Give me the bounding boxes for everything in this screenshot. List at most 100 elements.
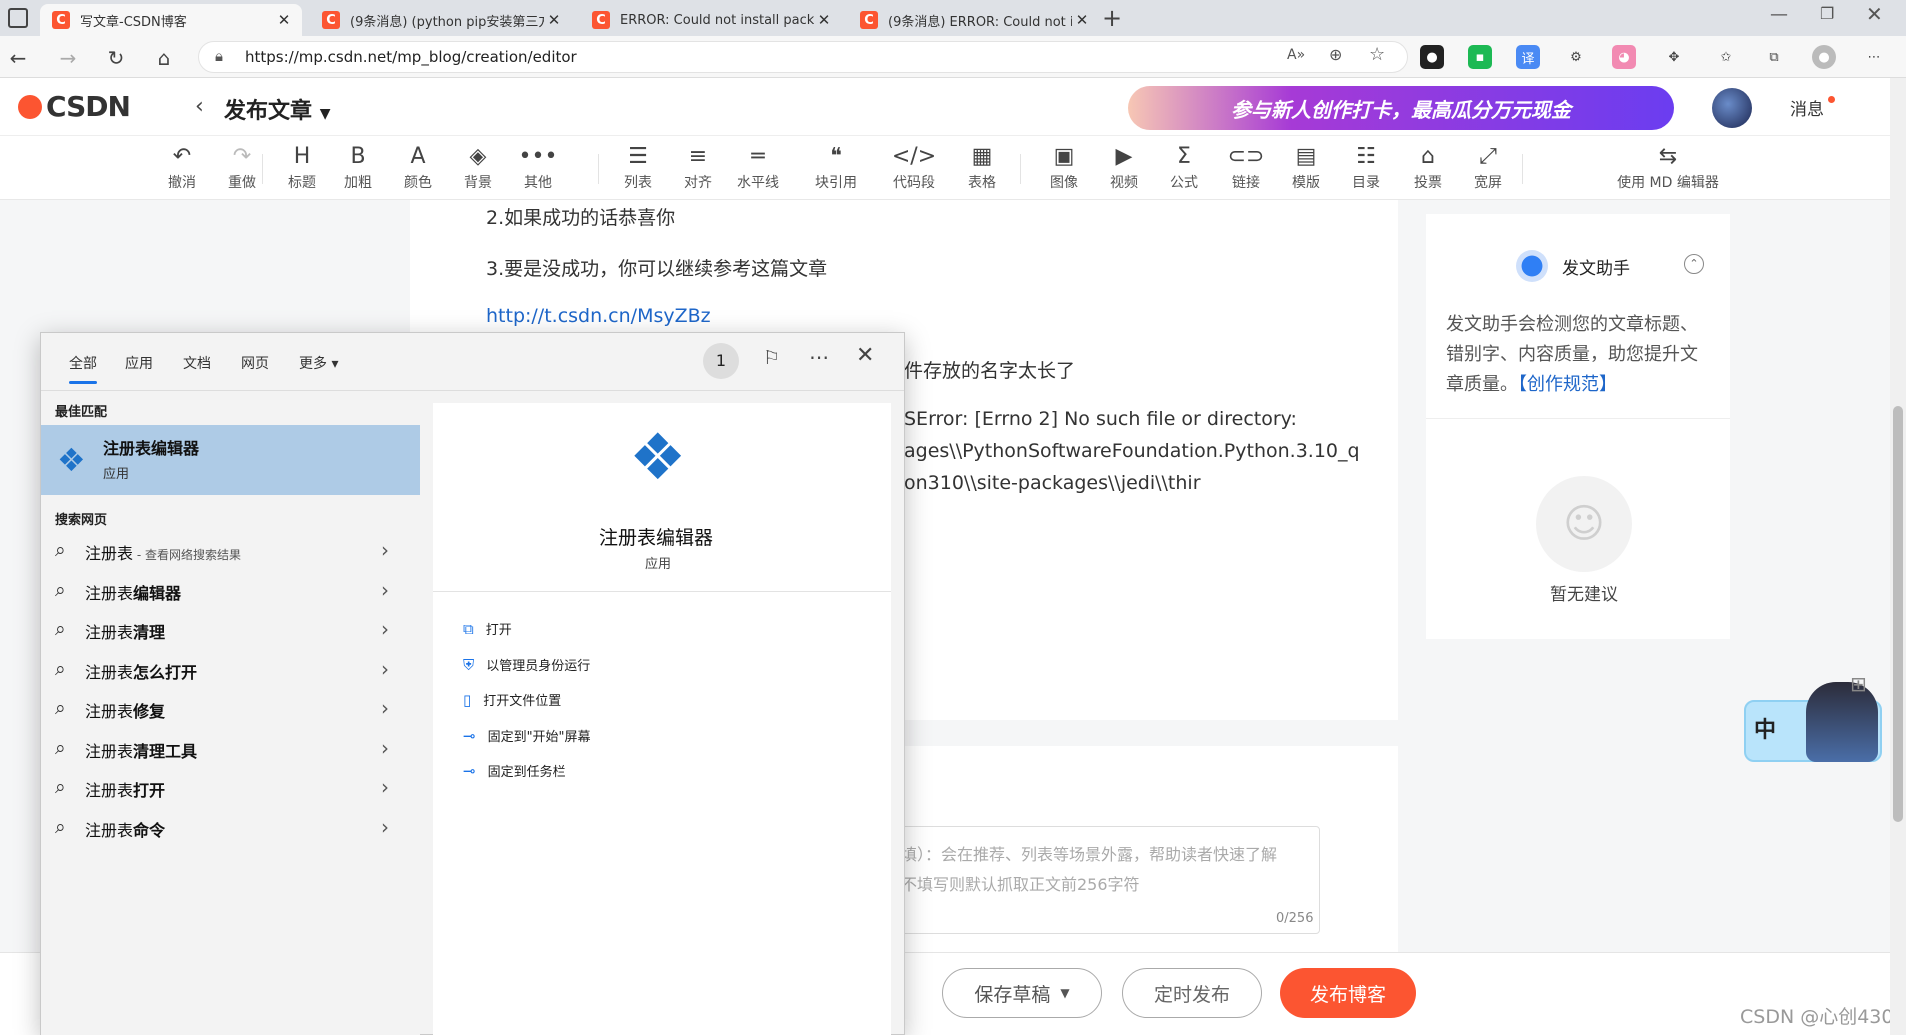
extension-icon[interactable]: ▪ <box>1468 45 1492 69</box>
toolbar-button-formula[interactable]: Σ 公式 <box>1156 142 1212 192</box>
close-search-icon[interactable]: ✕ <box>856 343 874 368</box>
favorite-star-icon[interactable]: ☆ <box>1369 44 1385 65</box>
more-options-icon[interactable]: ⋯ <box>809 345 829 369</box>
zoom-icon[interactable]: ⊕ <box>1329 45 1342 64</box>
ime-widget[interactable]: 中 <box>1744 682 1882 762</box>
toolbar-label: 撤消 <box>168 175 196 191</box>
web-search-result[interactable]: ⌕ 注册表修复 › <box>41 691 420 729</box>
promo-banner[interactable]: 参与新人创作打卡，最高瓜分万元现金 <box>1128 86 1674 130</box>
extension-icon[interactable]: ● <box>1420 45 1444 69</box>
action-admin-shield[interactable]: ⛨ 以管理员身份运行 <box>463 655 590 674</box>
toolbar-button-more[interactable]: ••• 其他 <box>510 142 566 192</box>
schedule-publish-button[interactable]: 定时发布 <box>1122 968 1262 1018</box>
new-tab-button[interactable]: + <box>1102 4 1122 32</box>
toolbar-label: 背景 <box>464 175 492 191</box>
toolbar-button-link[interactable]: ⊂⊃ 链接 <box>1218 142 1274 192</box>
translate-extension-icon[interactable]: 译 <box>1516 45 1540 69</box>
search-tab[interactable]: 网页 <box>241 353 269 373</box>
avatar[interactable] <box>1712 88 1752 128</box>
web-search-result[interactable]: ⌕ 注册表命令 › <box>41 810 420 848</box>
search-icon: ⌕ <box>55 776 66 798</box>
web-search-result[interactable]: ⌕ 注册表 - 查看网络搜索结果 › <box>41 533 420 571</box>
publish-button[interactable]: 发布博客 <box>1280 968 1416 1018</box>
toolbar-button-template[interactable]: ▤ 模版 <box>1278 142 1334 192</box>
toolbar-button-table[interactable]: ▦ 表格 <box>954 142 1010 192</box>
maximize-button[interactable]: ❐ <box>1820 4 1834 23</box>
puzzle-icon[interactable]: ✥ <box>1662 45 1686 69</box>
read-aloud-icon[interactable]: A» <box>1287 47 1305 63</box>
web-search-result[interactable]: ⌕ 注册表清理工具 › <box>41 731 420 769</box>
best-match-item[interactable]: ❖ 注册表编辑器 应用 <box>41 425 420 495</box>
csdn-logo[interactable]: CSDN <box>18 90 131 123</box>
toolbar-button-video[interactable]: ▶ 视频 <box>1096 142 1152 192</box>
toolbar-button-horizontal-line[interactable]: ═ 水平线 <box>730 142 786 192</box>
lock-icon: 🔒︎ <box>215 47 223 65</box>
action-pin-start[interactable]: ⊸ 固定到"开始"屏幕 <box>463 726 591 745</box>
rules-link[interactable]: 【创作规范】 <box>1518 374 1617 395</box>
extension-icon[interactable]: ⚙ <box>1564 45 1588 69</box>
back-button[interactable]: ← <box>4 44 32 72</box>
browser-tab[interactable]: C (9条消息) ERROR: Could not inst✕ <box>848 4 1100 36</box>
toolbar-button-vote[interactable]: ⌂ 投票 <box>1400 142 1456 192</box>
profile-icon[interactable]: ● <box>1812 45 1836 69</box>
browser-tab[interactable]: C 写文章-CSDN博客 ✕ <box>40 4 302 36</box>
toolbar-button-list[interactable]: ☰ 列表 <box>610 142 666 192</box>
close-tab-icon[interactable]: ✕ <box>1072 11 1092 29</box>
home-button[interactable]: ⌂ <box>150 44 178 72</box>
page-title[interactable]: 发布文章 ▼ <box>224 93 330 125</box>
search-tab[interactable]: 应用 <box>125 353 153 373</box>
result-text: 注册表清理 <box>85 623 166 642</box>
close-window-button[interactable]: ✕ <box>1866 2 1883 26</box>
toolbar-button-image[interactable]: ▣ 图像 <box>1036 142 1092 192</box>
url-text[interactable]: https://mp.csdn.net/mp_blog/creation/edi… <box>245 48 577 66</box>
toolbar-button-heading[interactable]: H 标题 <box>274 142 330 192</box>
forward-button[interactable]: → <box>54 44 82 72</box>
action-open[interactable]: ⧉ 打开 <box>463 619 512 638</box>
close-tab-icon[interactable]: ✕ <box>544 11 564 29</box>
back-chevron-icon[interactable]: ‹ <box>195 94 204 119</box>
toolbar-label: 视频 <box>1110 175 1138 191</box>
toolbar-button-bold[interactable]: B 加粗 <box>330 142 386 192</box>
action-file-location[interactable]: ▯ 打开文件位置 <box>463 690 561 709</box>
qr-code-icon[interactable]: ⊞ <box>1850 672 1867 696</box>
web-search-result[interactable]: ⌕ 注册表打开 › <box>41 770 420 808</box>
toolbar-button-markdown[interactable]: ⇆ 使用 MD 编辑器 <box>1608 142 1728 192</box>
save-draft-button[interactable]: 保存草稿 ▼ <box>942 968 1102 1018</box>
search-tab[interactable]: 全部 <box>69 353 97 384</box>
close-tab-icon[interactable]: ✕ <box>814 11 834 29</box>
browser-tab[interactable]: C ERROR: Could not install packag ✕ <box>580 4 842 36</box>
toolbar-button-quote[interactable]: ❝ 块引用 <box>808 142 864 192</box>
web-search-result[interactable]: ⌕ 注册表清理 › <box>41 612 420 650</box>
minimize-button[interactable]: — <box>1770 4 1788 25</box>
tab-actions-icon[interactable] <box>8 8 28 28</box>
result-count-badge[interactable]: 1 <box>703 343 739 379</box>
article-link[interactable]: http://t.csdn.cn/MsyZBz <box>486 305 711 327</box>
action-pin-taskbar[interactable]: ⊸ 固定到任务栏 <box>463 761 566 780</box>
collections-icon[interactable]: ⧉ <box>1762 45 1786 69</box>
toolbar-button-toc[interactable]: ☷ 目录 <box>1338 142 1394 192</box>
page-scrollbar-thumb[interactable] <box>1893 406 1903 822</box>
settings-more-icon[interactable]: ⋯ <box>1862 45 1886 69</box>
search-tab[interactable]: 更多 ▾ <box>299 353 338 373</box>
toolbar-button-fullscreen[interactable]: ⤢ 宽屏 <box>1460 142 1516 192</box>
toolbar-label: 对齐 <box>684 175 712 191</box>
messages-link[interactable]: 消息 <box>1790 95 1824 120</box>
search-tab[interactable]: 文档 <box>183 353 211 373</box>
search-tab-label: 更多 <box>299 356 327 372</box>
favorites-icon[interactable]: ✩ <box>1714 45 1738 69</box>
toolbar-button-background[interactable]: ◈ 背景 <box>450 142 506 192</box>
toolbar-divider <box>262 154 263 184</box>
toolbar-button-undo[interactable]: ↶ 撤消 <box>154 142 210 192</box>
browser-tab[interactable]: C (9条消息) (python pip安装第三方 ✕ <box>310 4 572 36</box>
toolbar-button-code[interactable]: </> 代码段 <box>886 142 942 192</box>
feedback-icon[interactable]: ⚐ <box>763 347 780 369</box>
url-box[interactable]: 🔒︎ https://mp.csdn.net/mp_blog/creation/… <box>198 41 1408 73</box>
refresh-button[interactable]: ↻ <box>102 44 130 72</box>
web-search-result[interactable]: ⌕ 注册表编辑器 › <box>41 573 420 611</box>
web-search-result[interactable]: ⌕ 注册表怎么打开 › <box>41 652 420 690</box>
toolbar-button-font-color[interactable]: A 颜色 <box>390 142 446 192</box>
toolbar-button-align[interactable]: ≡ 对齐 <box>670 142 726 192</box>
collapse-icon[interactable]: ⌃ <box>1684 254 1704 274</box>
close-tab-icon[interactable]: ✕ <box>274 11 294 29</box>
extension-icon[interactable]: ◕ <box>1612 45 1636 69</box>
